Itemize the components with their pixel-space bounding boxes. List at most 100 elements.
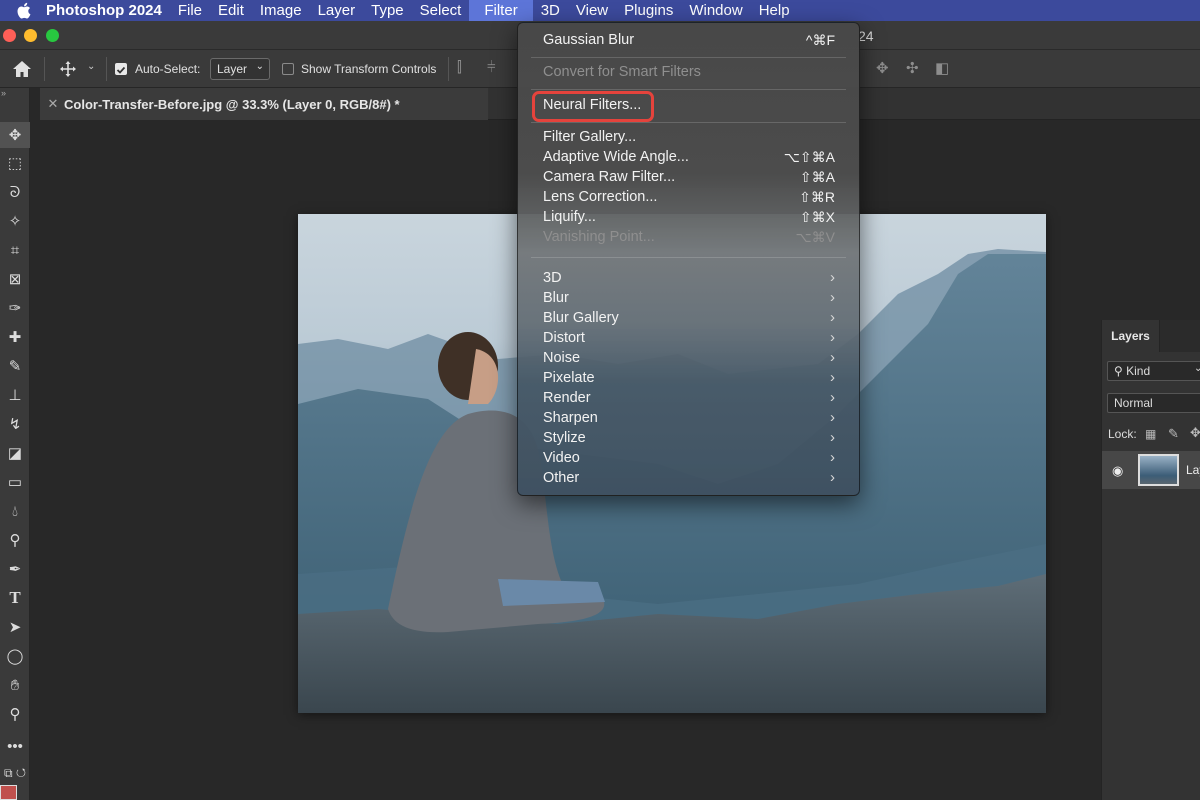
layer-filter-kind-value: Kind <box>1126 364 1151 378</box>
brush-tool-icon[interactable]: ✎ <box>0 353 30 379</box>
ellipse-tool-icon[interactable]: ◯ <box>0 643 30 669</box>
menu-item-shortcut: ^⌘F <box>805 32 835 48</box>
menu-filter[interactable]: Filter <box>469 0 533 21</box>
menu-item-adaptive-wide-angle[interactable]: Adaptive Wide Angle... ⌥⇧⌘A <box>543 148 835 168</box>
align-left-icon[interactable]: ⫿ <box>457 59 462 76</box>
move-tool-icon[interactable]: ✥ <box>0 122 30 148</box>
3d-rotate-icon[interactable]: ✥ <box>876 59 889 77</box>
type-tool-icon[interactable]: T <box>0 585 30 611</box>
show-transform-label: Show Transform Controls <box>301 62 437 76</box>
lock-position-icon[interactable]: ✥ <box>1190 425 1200 441</box>
auto-select-target-dropdown[interactable]: Layer ⌄ <box>210 58 270 80</box>
home-icon[interactable] <box>12 60 32 78</box>
healing-brush-tool-icon[interactable]: ✚ <box>0 324 30 350</box>
minimize-window-icon[interactable] <box>24 29 37 42</box>
menu-edit[interactable]: Edit <box>210 0 252 21</box>
more-tools-icon[interactable]: ••• <box>0 733 30 759</box>
menu-item-neural-filters[interactable]: Neural Filters... <box>543 96 835 116</box>
menu-item-label: 3D <box>543 270 562 286</box>
menu-item-sharpen[interactable]: Sharpen › <box>543 409 835 429</box>
menu-item-blur[interactable]: Blur › <box>543 289 835 309</box>
path-selection-tool-icon[interactable]: ➤ <box>0 614 30 640</box>
menu-plugins[interactable]: Plugins <box>616 0 681 21</box>
layer-row[interactable]: ◉ Lay <box>1102 451 1200 489</box>
zoom-window-icon[interactable] <box>46 29 59 42</box>
gradient-tool-icon[interactable]: ▭ <box>0 469 30 495</box>
close-tab-icon[interactable]: ✕ <box>42 96 64 112</box>
menu-item-shortcut: ⌥⇧⌘A <box>783 149 835 165</box>
blend-mode-dropdown[interactable]: Normal <box>1107 393 1200 413</box>
magic-wand-tool-icon[interactable]: ✧ <box>0 208 30 234</box>
menu-item-distort[interactable]: Distort › <box>543 329 835 349</box>
eyedropper-tool-icon[interactable]: ✑ <box>0 295 30 321</box>
menu-item-liquify[interactable]: Liquify... ⇧⌘X <box>543 208 835 228</box>
apple-menu[interactable] <box>0 2 46 19</box>
document-tab-title: Color-Transfer-Before.jpg @ 33.3% (Layer… <box>64 96 400 112</box>
document-tab[interactable]: ✕ Color-Transfer-Before.jpg @ 33.3% (Lay… <box>40 88 488 120</box>
layer-filter-kind-dropdown[interactable]: ⚲ Kind ⌄ <box>1107 361 1200 381</box>
collapse-panel-icon[interactable]: » <box>1 88 6 98</box>
crop-tool-icon[interactable]: ⌗ <box>0 237 30 263</box>
auto-select-checkbox[interactable] <box>115 63 127 75</box>
menu-item-label: Render <box>543 390 591 406</box>
layer-name[interactable]: Lay <box>1186 463 1200 477</box>
chevron-right-icon: › <box>830 329 835 346</box>
menu-item-label: Blur Gallery <box>543 310 619 326</box>
pen-tool-icon[interactable]: ✒ <box>0 556 30 582</box>
menu-item-gaussian-blur[interactable]: Gaussian Blur ^⌘F <box>543 31 835 51</box>
menu-type[interactable]: Type <box>363 0 412 21</box>
eraser-tool-icon[interactable]: ◪ <box>0 440 30 466</box>
layer-thumbnail <box>1138 454 1179 486</box>
menu-separator <box>531 89 846 90</box>
menu-item-label: Noise <box>543 350 581 366</box>
menu-3d[interactable]: 3D <box>533 0 568 21</box>
visibility-eye-icon[interactable]: ◉ <box>1112 463 1123 479</box>
menu-item-pixelate[interactable]: Pixelate › <box>543 369 835 389</box>
lock-image-pixels-icon[interactable]: ✎ <box>1168 426 1179 442</box>
frame-tool-icon[interactable]: ⊠ <box>0 266 30 292</box>
checkmark-icon <box>116 66 126 74</box>
blur-tool-icon[interactable]: 💧︎ <box>0 498 30 524</box>
menu-item-video[interactable]: Video › <box>543 449 835 469</box>
menu-select[interactable]: Select <box>412 0 470 21</box>
menu-item-convert-smart-filters: Convert for Smart Filters <box>543 63 835 83</box>
3d-slide-icon[interactable]: ✣ <box>906 59 919 77</box>
menu-help[interactable]: Help <box>751 0 798 21</box>
menu-layer[interactable]: Layer <box>310 0 364 21</box>
chevron-right-icon: › <box>830 389 835 406</box>
3d-video-icon[interactable]: ◧ <box>935 59 949 77</box>
clone-stamp-tool-icon[interactable]: ⊥ <box>0 382 30 408</box>
menu-item-camera-raw-filter[interactable]: Camera Raw Filter... ⇧⌘A <box>543 168 835 188</box>
foreground-color-swatch[interactable] <box>0 785 17 800</box>
menu-item-filter-gallery[interactable]: Filter Gallery... <box>543 128 835 148</box>
lasso-tool-icon[interactable]: ᘐ <box>0 179 30 205</box>
menu-item-blur-gallery[interactable]: Blur Gallery › <box>543 309 835 329</box>
default-colors-icon[interactable]: ⧉ ↺ <box>0 760 30 786</box>
chevron-down-icon[interactable]: ⌄ <box>87 61 95 72</box>
menu-item-lens-correction[interactable]: Lens Correction... ⇧⌘R <box>543 188 835 208</box>
tab-layers[interactable]: Layers <box>1102 320 1160 352</box>
menu-item-label: Convert for Smart Filters <box>543 64 701 80</box>
menu-item-noise[interactable]: Noise › <box>543 349 835 369</box>
menu-item-label: Distort <box>543 330 585 346</box>
lock-transparent-pixels-icon[interactable]: ▦ <box>1145 427 1156 441</box>
align-center-icon[interactable]: ⫩ <box>487 59 496 76</box>
menu-app-name[interactable]: Photoshop 2024 <box>46 0 170 21</box>
menu-item-render[interactable]: Render › <box>543 389 835 409</box>
menu-view[interactable]: View <box>568 0 616 21</box>
zoom-tool-icon[interactable]: ⚲ <box>0 701 30 727</box>
menu-item-label: Pixelate <box>543 370 595 386</box>
menu-item-3d[interactable]: 3D › <box>543 269 835 289</box>
hand-tool-icon[interactable]: ✋︎ <box>0 672 30 698</box>
menu-item-other[interactable]: Other › <box>543 469 835 489</box>
menu-window[interactable]: Window <box>681 0 750 21</box>
dodge-tool-icon[interactable]: ⚲ <box>0 527 30 553</box>
show-transform-checkbox[interactable] <box>282 63 294 75</box>
menu-item-stylize[interactable]: Stylize › <box>543 429 835 449</box>
move-tool-icon[interactable] <box>59 60 77 78</box>
history-brush-tool-icon[interactable]: ↯ <box>0 411 30 437</box>
menu-image[interactable]: Image <box>252 0 310 21</box>
close-window-icon[interactable] <box>3 29 16 42</box>
marquee-tool-icon[interactable]: ⬚ <box>0 150 30 176</box>
menu-file[interactable]: File <box>170 0 210 21</box>
